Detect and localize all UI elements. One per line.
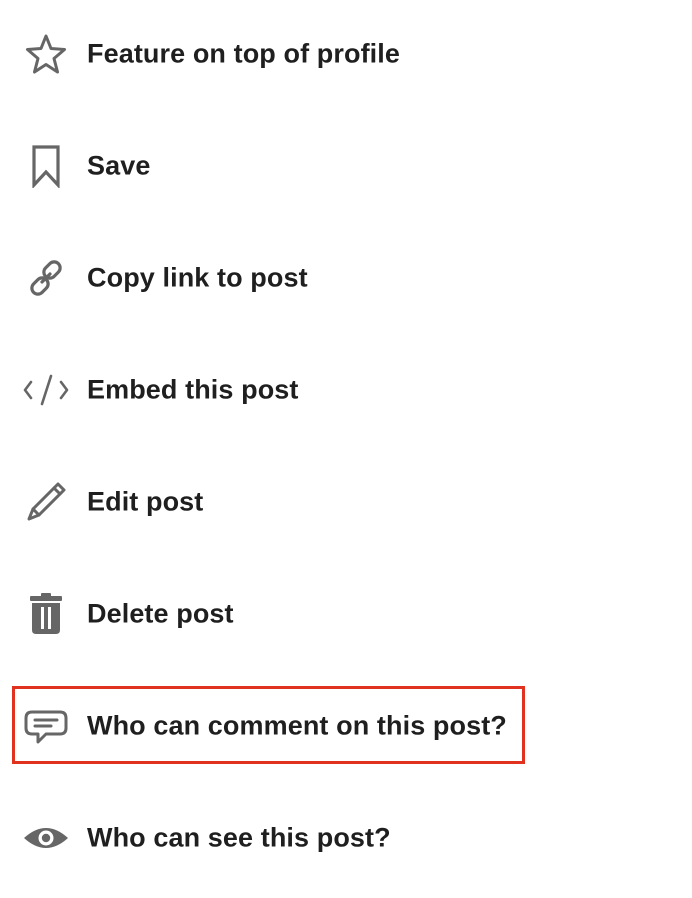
menu-item-feature-on-profile[interactable]: Feature on top of profile bbox=[0, 22, 560, 86]
menu-item-label: Feature on top of profile bbox=[87, 38, 400, 69]
bookmark-icon bbox=[22, 142, 70, 190]
menu-item-label: Embed this post bbox=[87, 374, 299, 405]
menu-item-label: Save bbox=[87, 150, 151, 181]
menu-item-label: Delete post bbox=[87, 598, 234, 629]
menu-item-embed[interactable]: Embed this post bbox=[0, 358, 560, 422]
menu-item-copy-link[interactable]: Copy link to post bbox=[0, 246, 560, 310]
trash-icon bbox=[22, 590, 70, 638]
menu-item-label: Edit post bbox=[87, 486, 204, 517]
menu-item-label: Copy link to post bbox=[87, 262, 308, 293]
menu-item-who-can-see[interactable]: Who can see this post? bbox=[0, 806, 560, 870]
menu-item-delete[interactable]: Delete post bbox=[0, 582, 560, 646]
menu-item-save[interactable]: Save bbox=[0, 134, 560, 198]
link-icon bbox=[22, 254, 70, 302]
menu-item-label: Who can see this post? bbox=[87, 822, 391, 853]
pencil-icon bbox=[22, 478, 70, 526]
menu-item-edit[interactable]: Edit post bbox=[0, 470, 560, 534]
menu-item-label: Who can comment on this post? bbox=[87, 710, 507, 741]
post-options-menu: Feature on top of profile Save Copy link… bbox=[0, 0, 692, 898]
star-icon bbox=[22, 30, 70, 78]
code-icon bbox=[22, 366, 70, 414]
comment-icon bbox=[22, 702, 70, 750]
menu-item-who-can-comment[interactable]: Who can comment on this post? bbox=[0, 694, 560, 758]
eye-icon bbox=[22, 814, 70, 862]
